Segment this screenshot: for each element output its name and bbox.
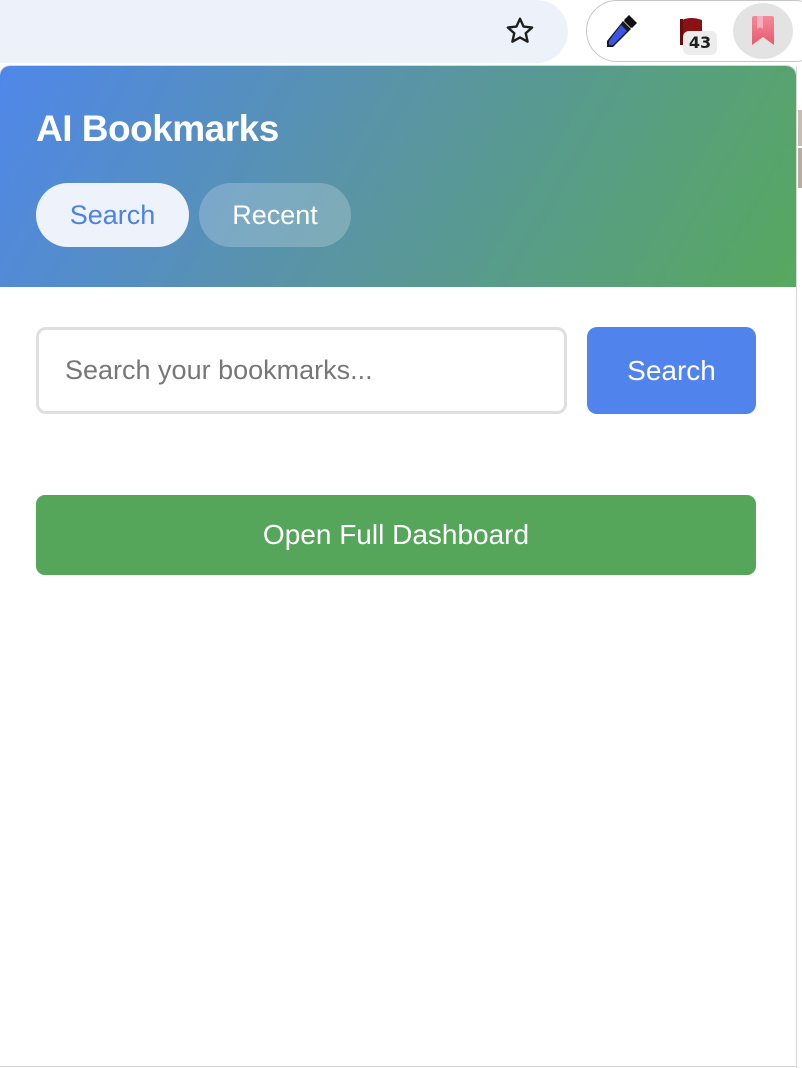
- tab-recent[interactable]: Recent: [199, 183, 351, 247]
- bookmark-icon: [752, 16, 774, 45]
- eyedropper-icon: [607, 15, 637, 47]
- browser-toolbar: 43: [0, 0, 802, 66]
- ai-bookmarks-popup: AI Bookmarks Search Recent Search Open F…: [0, 66, 796, 1066]
- tab-search[interactable]: Search: [36, 183, 189, 247]
- star-outline-icon: [506, 17, 534, 43]
- search-button[interactable]: Search: [587, 327, 756, 414]
- bookmark-star-button[interactable]: [499, 10, 541, 52]
- popup-header: AI Bookmarks Search Recent: [0, 66, 796, 287]
- ai-bookmarks-extension-button[interactable]: [733, 3, 793, 59]
- eyedropper-extension-button[interactable]: [598, 8, 644, 54]
- bookmark-search-input[interactable]: [36, 327, 567, 414]
- popup-title: AI Bookmarks: [36, 108, 279, 149]
- extension-badge-count: 43: [683, 31, 717, 55]
- open-dashboard-button[interactable]: Open Full Dashboard: [36, 495, 756, 575]
- address-bar[interactable]: [0, 0, 568, 63]
- page-background-edge: [796, 66, 802, 1068]
